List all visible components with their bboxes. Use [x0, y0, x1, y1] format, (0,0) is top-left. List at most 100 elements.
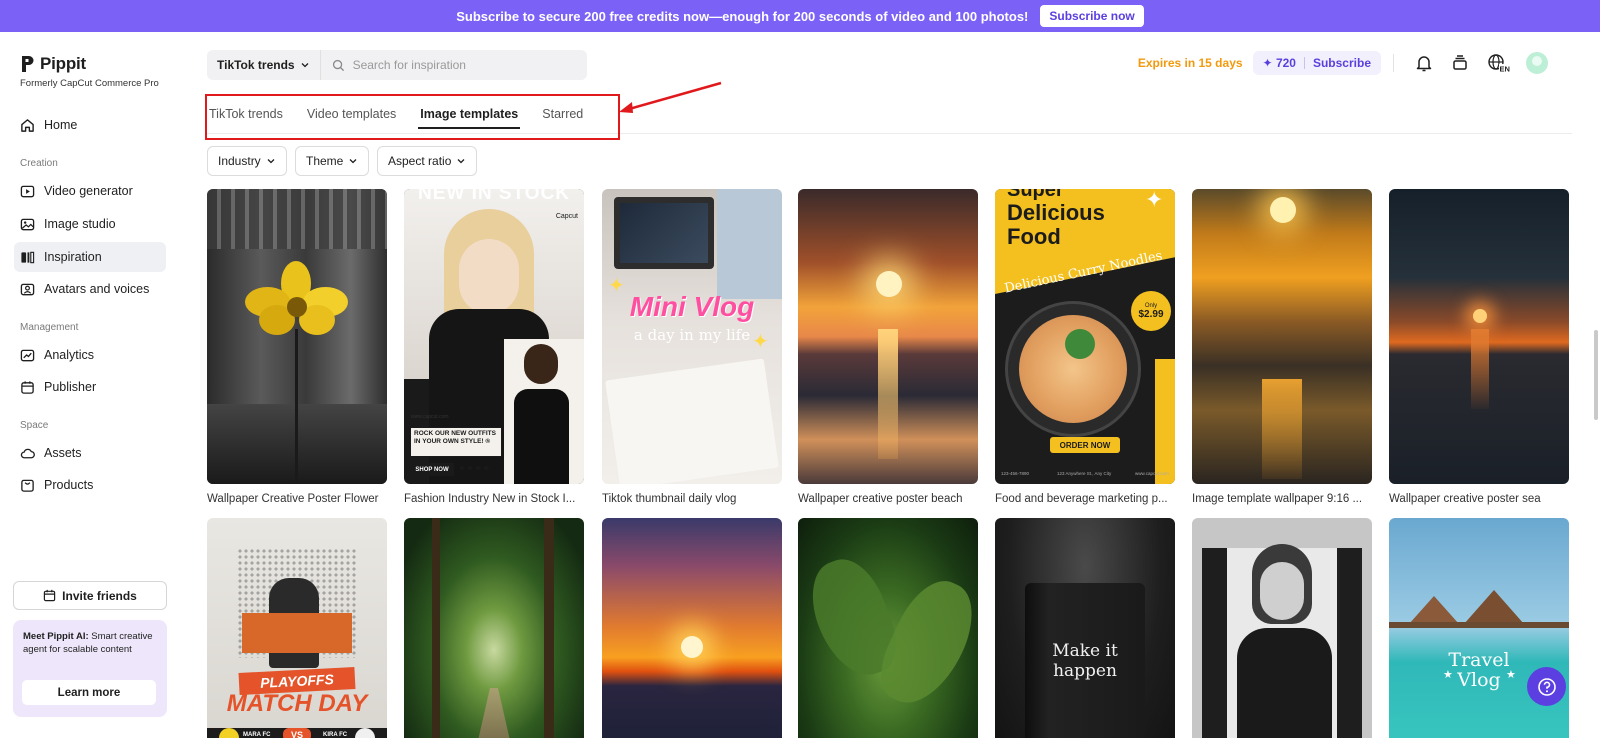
sidebar-item-label: Assets [44, 446, 82, 460]
sidebar-item-label: Avatars and voices [44, 282, 150, 296]
order-now-badge: ORDER NOW [1050, 437, 1120, 453]
credits-count[interactable]: ✦ 720 [1263, 56, 1296, 70]
calendar-icon [21, 380, 34, 394]
section-title-creation: Creation [20, 158, 58, 169]
vlog-title: Mini Vlog [629, 291, 755, 322]
invite-friends-label: Invite friends [62, 588, 137, 603]
chevron-down-icon [301, 63, 309, 68]
template-thumbnail-fashion[interactable]: NEW IN STOCK Capcut www.capcut.com ROCK … [404, 189, 584, 484]
video-generator-icon [20, 185, 35, 197]
template-card[interactable]: Wallpaper creative poster sea [1389, 189, 1569, 505]
pill-divider [1303, 57, 1305, 69]
template-thumbnail-food[interactable]: Super Delicious Food Delicious Curry Noo… [995, 189, 1175, 484]
template-thumbnail-forest[interactable] [404, 518, 584, 738]
filter-label: Theme [306, 154, 344, 168]
star-icon: ★ [1443, 669, 1453, 681]
template-thumbnail-flower[interactable] [207, 189, 387, 484]
search-scope-dropdown[interactable]: TikTok trends [207, 50, 321, 80]
sidebar-item-inspiration[interactable]: Inspiration [14, 242, 166, 272]
svg-text:EN: EN [1500, 65, 1510, 74]
home-icon [21, 118, 34, 132]
food-url: www.capcut.com [1135, 471, 1169, 476]
template-card[interactable]: Make it happen [995, 518, 1175, 738]
subscribe-now-button[interactable]: Subscribe now [1040, 5, 1144, 27]
team-one-label: MARA FC [243, 732, 271, 738]
learn-more-button[interactable]: Learn more [22, 680, 156, 705]
section-title-management: Management [20, 322, 79, 333]
template-card[interactable]: Image template wallpaper 9:16 ... [1192, 189, 1372, 505]
language-globe-icon[interactable]: EN [1486, 53, 1510, 73]
sidebar-item-analytics[interactable]: Analytics [14, 340, 166, 370]
filter-theme[interactable]: Theme [295, 146, 370, 176]
poster-cta: SHOP NOW [410, 463, 454, 476]
sidebar-item-video-generator[interactable]: Video generator [14, 176, 166, 206]
poster-url: www.capcut.com [411, 414, 449, 420]
sidebar-item-image-studio[interactable]: Image studio [14, 209, 166, 239]
template-thumbnail-vlog[interactable]: Mini Vlog a day in my life ✦ ✦ [602, 189, 782, 484]
filter-label: Aspect ratio [388, 154, 452, 168]
trial-expiry-text: Expires in 15 days [1137, 56, 1243, 70]
brand-name: Pippit [40, 54, 87, 73]
food-headline-2: Delicious [1007, 200, 1105, 225]
sidebar-item-label: Products [44, 478, 94, 492]
template-caption: Wallpaper creative poster beach [798, 493, 963, 505]
template-thumbnail-book[interactable]: Make it happen [995, 518, 1175, 738]
filter-industry[interactable]: Industry [207, 146, 287, 176]
poster-stars: ★★★★ [458, 463, 491, 473]
sidebar-item-label: Publisher [44, 380, 97, 394]
book-title: Make it happen [1052, 641, 1118, 681]
credits-pill: ✦ 720 Subscribe [1252, 51, 1381, 75]
sidebar-item-assets[interactable]: Assets [14, 438, 166, 468]
template-thumbnail-portrait[interactable] [1192, 518, 1372, 738]
food-phone: 123-456-7890 [1001, 471, 1030, 476]
template-card[interactable]: PLAYOFFS MATCH DAY MARA FC KIRA FC VS [207, 518, 387, 738]
pippit-ai-promo-card: Meet Pippit AI: Smart creative agent for… [13, 620, 167, 717]
template-caption: Tiktok thumbnail daily vlog [602, 493, 737, 505]
template-card[interactable]: Mini Vlog a day in my life ✦ ✦ Tiktok th… [602, 189, 782, 505]
versus-badge: VS [283, 728, 311, 738]
stack-icon[interactable] [1450, 53, 1470, 73]
sidebar-item-products[interactable]: Products [14, 470, 166, 500]
food-headline-3: Food [1007, 224, 1061, 249]
template-card[interactable]: Super Delicious Food Delicious Curry Noo… [995, 189, 1175, 505]
template-card[interactable] [1192, 518, 1372, 738]
sidebar-item-label: Inspiration [44, 250, 102, 264]
template-thumbnail-sea[interactable] [1389, 189, 1569, 484]
scrollbar[interactable] [1594, 330, 1598, 420]
help-button[interactable] [1527, 667, 1566, 706]
invite-friends-button[interactable]: Invite friends [13, 581, 167, 610]
promo-banner: Subscribe to secure 200 free credits now… [0, 0, 1600, 32]
analytics-icon [20, 349, 35, 361]
template-card[interactable] [798, 518, 978, 738]
avatar-icon [20, 283, 35, 295]
search-bar: TikTok trends Search for inspiration [207, 50, 587, 80]
image-studio-icon [20, 218, 35, 230]
template-card[interactable]: Wallpaper creative poster beach [798, 189, 978, 505]
template-thumbnail-beach[interactable] [798, 189, 978, 484]
help-question-icon [1537, 677, 1556, 696]
sidebar-item-publisher[interactable]: Publisher [14, 372, 166, 402]
chevron-down-icon [349, 159, 357, 164]
template-card[interactable]: Wallpaper Creative Poster Flower [207, 189, 387, 505]
template-card[interactable]: NEW IN STOCK Capcut www.capcut.com ROCK … [404, 189, 584, 505]
section-title-space: Space [20, 420, 49, 431]
template-caption: Image template wallpaper 9:16 ... [1192, 493, 1363, 505]
search-input[interactable]: Search for inspiration [321, 58, 466, 72]
user-avatar[interactable] [1526, 52, 1548, 74]
subscribe-link[interactable]: Subscribe [1313, 56, 1371, 70]
sidebar-item-home[interactable]: Home [14, 110, 166, 140]
template-caption: Fashion Industry New in Stock I... [404, 493, 576, 505]
poster-brand: Capcut [555, 213, 578, 220]
template-thumbnail-playoffs[interactable]: PLAYOFFS MATCH DAY MARA FC KIRA FC VS [207, 518, 387, 738]
template-card[interactable] [404, 518, 584, 738]
sidebar-item-avatars-and-voices[interactable]: Avatars and voices [14, 274, 166, 304]
header-actions: Expires in 15 days ✦ 720 Subscribe EN [1138, 51, 1548, 75]
calendar-gift-icon [43, 589, 56, 602]
brand[interactable]: Pippit [20, 54, 86, 74]
template-thumbnail-jungle[interactable] [798, 518, 978, 738]
bell-icon[interactable] [1414, 53, 1434, 73]
template-thumbnail-sunset-orange[interactable] [602, 518, 782, 738]
template-card[interactable] [602, 518, 782, 738]
template-thumbnail-sunset[interactable] [1192, 189, 1372, 484]
filter-aspect-ratio[interactable]: Aspect ratio [377, 146, 478, 176]
